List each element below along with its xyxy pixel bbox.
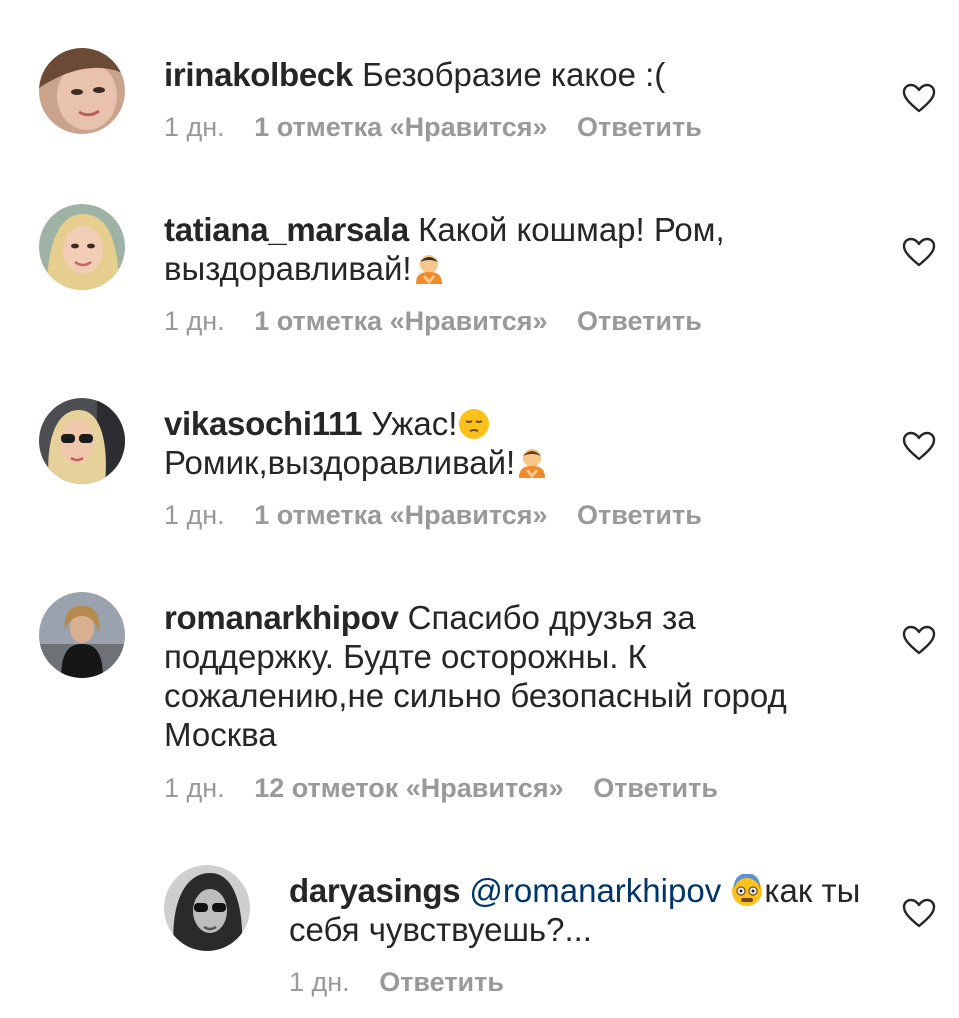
comment-meta: 1 дн. 12 отметок «Нравится» Ответить <box>164 773 740 804</box>
pensive-face-emoji-icon <box>457 407 491 441</box>
heart-outline-icon[interactable] <box>902 625 936 655</box>
comment-meta: 1 дн. 1 отметка «Нравится» Ответить <box>164 306 724 337</box>
username[interactable]: romanarkhipov <box>164 599 399 636</box>
person-bowing-emoji-icon <box>515 446 549 480</box>
comment-text: сожалению,не сильно безопасный город <box>164 677 787 714</box>
comment-meta: 1 дн. Ответить <box>289 967 526 998</box>
reply-button[interactable]: Ответить <box>577 306 702 336</box>
comment-text: Какой кошмар! Ром, <box>418 211 725 248</box>
heart-outline-icon[interactable] <box>902 431 936 461</box>
timestamp[interactable]: 1 дн. <box>164 500 225 530</box>
mention-link[interactable]: @romanarkhipov <box>469 872 721 909</box>
fearful-face-emoji-icon <box>730 874 764 908</box>
comment-body: daryasings @romanarkhipov как ты себя чу… <box>289 871 899 949</box>
heart-outline-icon[interactable] <box>902 83 936 113</box>
reply-button[interactable]: Ответить <box>577 112 702 142</box>
comment-text: Безобразие какое :( <box>362 56 666 93</box>
username[interactable]: daryasings <box>289 872 461 909</box>
reply-button[interactable]: Ответить <box>379 967 504 997</box>
timestamp[interactable]: 1 дн. <box>164 306 225 336</box>
heart-outline-icon[interactable] <box>902 898 936 928</box>
comment-text: себя чувствуешь?... <box>289 911 592 948</box>
comment-text: Ужас! <box>371 405 458 442</box>
likes-count[interactable]: 12 отметок «Нравится» <box>254 773 563 803</box>
avatar[interactable] <box>39 48 125 134</box>
avatar[interactable] <box>39 592 125 678</box>
comment-text: поддержку. Будте осторожны. К <box>164 638 647 675</box>
person-bowing-emoji-icon <box>412 252 446 286</box>
comment-text: как ты <box>764 872 861 909</box>
likes-count[interactable]: 1 отметка «Нравится» <box>254 112 547 142</box>
reply-button[interactable]: Ответить <box>577 500 702 530</box>
avatar[interactable] <box>164 865 250 951</box>
comment-meta: 1 дн. 1 отметка «Нравится» Ответить <box>164 500 724 531</box>
likes-count[interactable]: 1 отметка «Нравится» <box>254 500 547 530</box>
avatar[interactable] <box>39 204 125 290</box>
comment-text: выздоравливай! <box>164 250 412 287</box>
comment-body: vikasochi111 Ужас! Ромик,выздоравливай! <box>164 404 854 482</box>
username[interactable]: tatiana_marsala <box>164 211 409 248</box>
comment-body: irinakolbeck Безобразие какое :( <box>164 55 854 94</box>
likes-count[interactable]: 1 отметка «Нравится» <box>254 306 547 336</box>
reply-button[interactable]: Ответить <box>593 773 718 803</box>
username[interactable]: vikasochi111 <box>164 405 363 442</box>
comment-text: Ромик,выздоравливай! <box>164 444 516 481</box>
timestamp[interactable]: 1 дн. <box>164 112 225 142</box>
comment-body: tatiana_marsala Какой кошмар! Ром, выздо… <box>164 210 854 288</box>
timestamp[interactable]: 1 дн. <box>164 773 225 803</box>
avatar[interactable] <box>39 398 125 484</box>
username[interactable]: irinakolbeck <box>164 56 353 93</box>
heart-outline-icon[interactable] <box>902 237 936 267</box>
comment-body: romanarkhipov Спасибо друзья за поддержк… <box>164 598 864 754</box>
comment-text: Москва <box>164 716 277 753</box>
comment-text: Спасибо друзья за <box>407 599 696 636</box>
timestamp[interactable]: 1 дн. <box>289 967 350 997</box>
comment-meta: 1 дн. 1 отметка «Нравится» Ответить <box>164 112 724 143</box>
